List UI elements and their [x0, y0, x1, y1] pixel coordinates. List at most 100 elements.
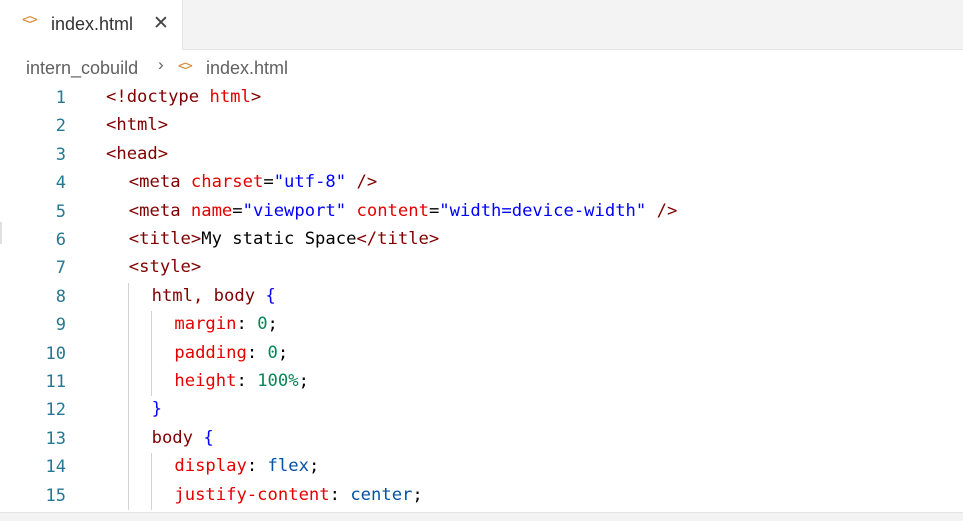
code-text: <html>	[106, 115, 168, 135]
code-token: :	[246, 342, 268, 363]
code-token: ;	[298, 371, 309, 391]
code-token: }	[151, 399, 162, 420]
code-token: />	[356, 172, 378, 193]
code-token: :	[236, 314, 258, 335]
indent-guide	[128, 396, 129, 425]
code-token: charset	[190, 172, 264, 193]
tab-label: index.html	[51, 14, 134, 34]
code-line: 9 margin: 0;	[0, 311, 963, 340]
code-text: <meta name="viewport" content="width=dev…	[129, 201, 678, 221]
code-token: {	[203, 427, 214, 448]
code-text: <!doctype html>	[106, 87, 261, 107]
line-number: 11	[45, 372, 66, 392]
code-line: 5 <meta name="viewport" content="width=de…	[0, 198, 963, 226]
tab-index-html[interactable]: <> index.html ✕	[0, 0, 183, 50]
code-token: <meta	[128, 200, 191, 221]
code-token: <meta	[128, 172, 191, 193]
code-token: display	[174, 456, 247, 477]
code-text: height: 100%;	[174, 371, 309, 391]
code-token: margin	[174, 314, 237, 335]
code-line: 3 <head>	[0, 141, 963, 169]
code-editor[interactable]: 1 <!doctype html> 2 <html> 3 <head> 4 <meta cha…	[0, 84, 963, 512]
code-token: />	[656, 200, 678, 221]
code-line: 7 <style>	[0, 254, 963, 282]
line-number: 8	[55, 286, 66, 307]
code-token: >	[250, 87, 262, 107]
code-text: html, body {	[152, 286, 276, 306]
code-text: <style>	[129, 257, 201, 277]
code-token: ;	[308, 456, 320, 477]
code-text: padding: 0;	[174, 343, 288, 363]
tab-bar: <> index.html ✕	[0, 0, 963, 50]
line-number: 7	[55, 258, 66, 279]
breadcrumb: intern_cobuild › <> index.html	[0, 50, 963, 86]
line-number: 6	[55, 230, 66, 250]
html-code-icon: <>	[178, 59, 193, 74]
code-token: :	[329, 484, 351, 505]
code-line: 15 justify-content: center;	[0, 481, 963, 510]
code-line: 8 html, body {	[0, 282, 963, 312]
line-number: 13	[45, 428, 66, 449]
line-number: 2	[55, 116, 66, 137]
code-token: padding	[174, 342, 247, 363]
code-text: <meta charset="utf-8" />	[129, 172, 377, 192]
code-token: =	[263, 172, 274, 193]
code-token: content	[356, 200, 429, 221]
code-token: <head>	[106, 143, 169, 164]
indent-guide	[128, 311, 129, 340]
code-token: center	[350, 484, 413, 505]
code-token: <title>	[128, 229, 202, 249]
code-line: 12}	[0, 396, 963, 425]
line-number: 10	[45, 343, 66, 364]
line-number: 12	[45, 400, 66, 421]
line-number: 15	[45, 485, 66, 506]
code-token: ;	[277, 342, 289, 363]
code-token: My static Space	[201, 229, 357, 249]
indent-guide	[128, 424, 129, 454]
code-token: ;	[412, 484, 423, 505]
code-token: html	[209, 87, 251, 107]
code-token: justify-content	[174, 484, 330, 505]
code-token: html, body	[151, 285, 266, 306]
code-line: 6 <title>My static Space</title>	[0, 226, 963, 254]
code-token: ;	[267, 314, 278, 335]
code-token: 100%	[257, 371, 299, 391]
code-line: 4 <meta charset="utf-8" />	[0, 169, 963, 197]
code-token: flex	[267, 456, 309, 477]
chevron-right-icon: ›	[158, 55, 164, 74]
code-token: <!doctype	[106, 87, 210, 107]
close-icon[interactable]: ✕	[150, 11, 172, 35]
indent-guide	[128, 453, 129, 482]
indent-guide	[151, 339, 152, 368]
code-text: }	[152, 399, 162, 419]
code-token: <html>	[106, 115, 169, 136]
breadcrumb-file[interactable]: index.html	[206, 58, 288, 79]
line-number: 5	[55, 201, 66, 222]
indent-guide	[151, 368, 152, 397]
line-number: 1	[55, 88, 66, 108]
code-text: <title>My static Space</title>	[129, 229, 439, 249]
line-number: 3	[55, 144, 66, 165]
indent-guide	[151, 311, 152, 340]
line-number: 14	[45, 457, 66, 478]
indent-guide	[128, 481, 129, 510]
code-token: name	[190, 200, 233, 221]
code-token: :	[236, 371, 258, 391]
code-line: 1 <!doctype html>	[0, 84, 963, 112]
code-text: <head>	[106, 144, 168, 164]
code-line: 2 <html>	[0, 112, 963, 140]
code-line: 11 height: 100%;	[0, 368, 963, 397]
line-number: 9	[55, 315, 66, 336]
indent-guide	[128, 339, 129, 368]
indent-guide	[151, 453, 152, 482]
html-code-icon: <>	[22, 12, 38, 28]
code-token: <style>	[128, 257, 202, 278]
code-token: =	[232, 200, 243, 221]
code-token: </title>	[356, 229, 440, 249]
breadcrumb-folder[interactable]: intern_cobuild	[26, 58, 138, 79]
code-text: body {	[152, 428, 214, 448]
code-token: "width=device-width"	[439, 200, 647, 221]
